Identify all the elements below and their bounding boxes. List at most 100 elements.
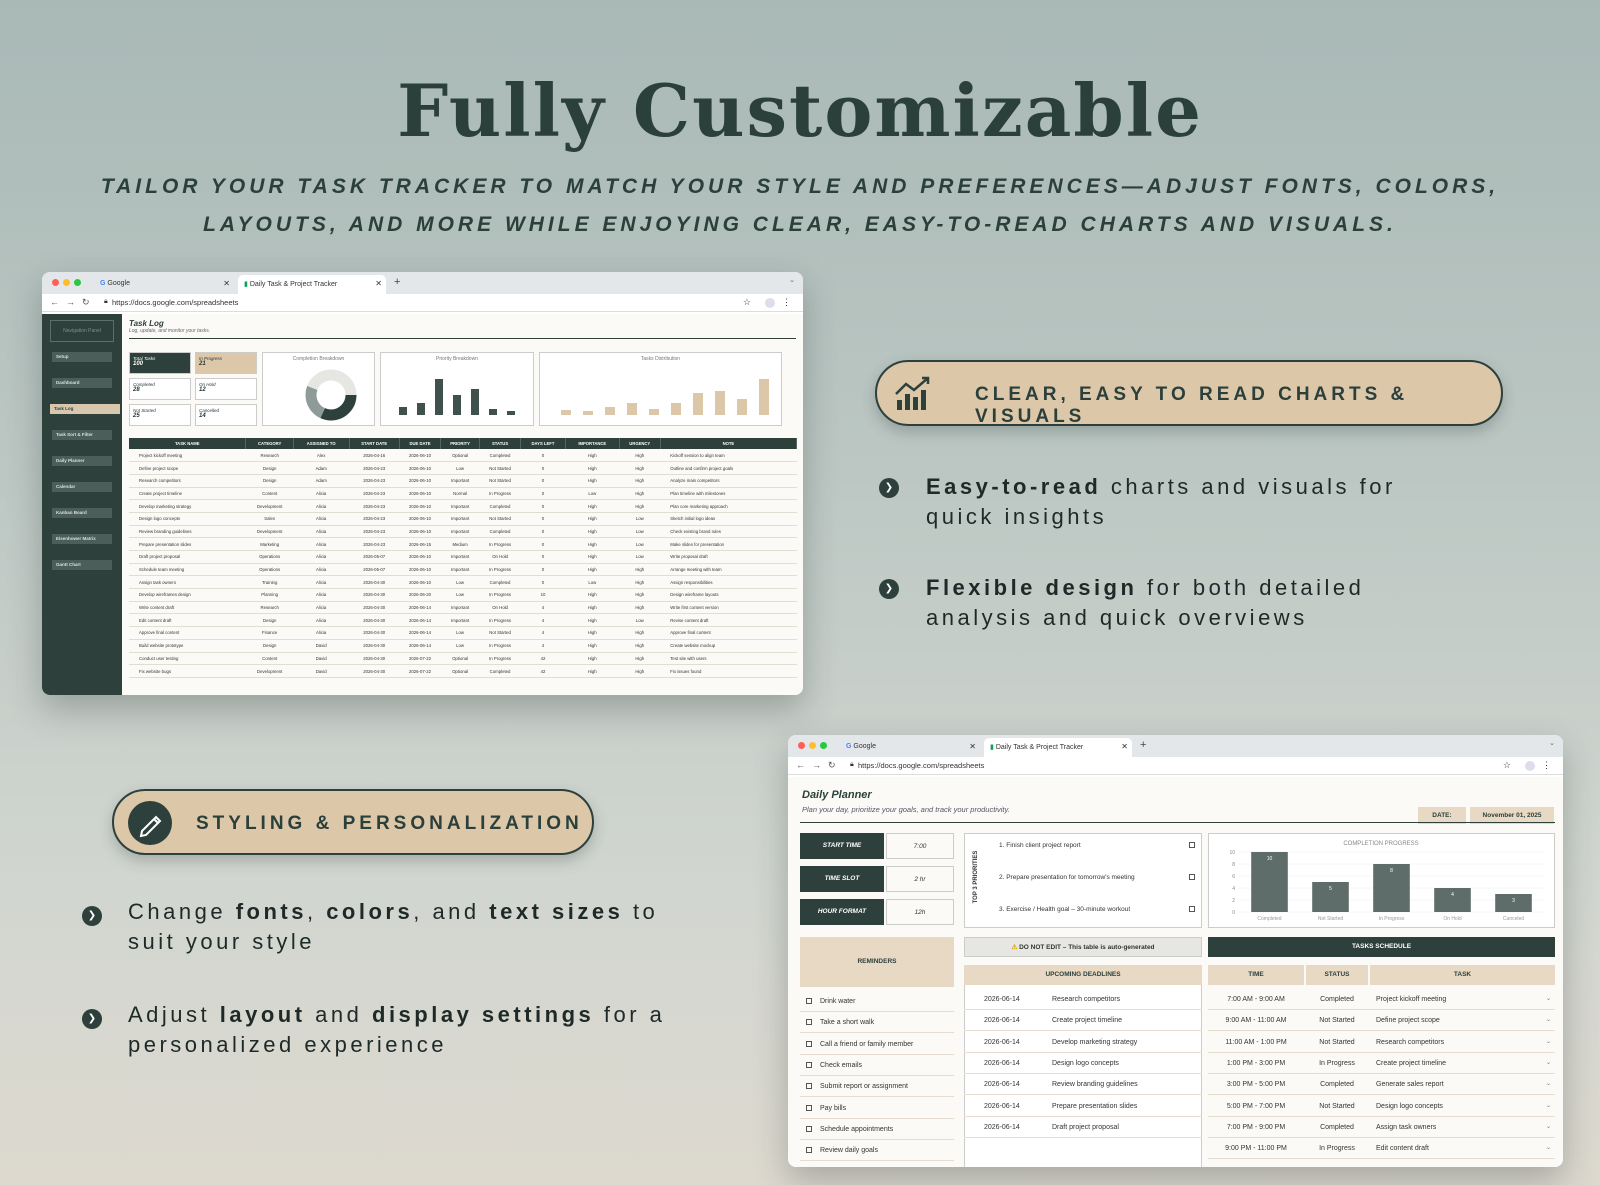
table-cell[interactable]: 0 — [520, 461, 566, 475]
table-cell[interactable]: High — [619, 588, 661, 602]
table-cell[interactable]: Assign task owners — [129, 575, 246, 590]
reminder-item[interactable]: Submit report or assignment — [800, 1076, 954, 1098]
table-cell[interactable]: 2026-06-10 — [399, 474, 441, 488]
dropdown-icon[interactable]: ⌄ — [1546, 1074, 1551, 1095]
schedule-row[interactable]: 1:00 PM - 3:00 PM In Progress Create proje… — [1208, 1053, 1555, 1074]
table-cell[interactable]: Optional — [440, 664, 480, 678]
table-cell[interactable]: David — [293, 652, 350, 666]
table-cell[interactable]: 0 — [520, 499, 566, 513]
table-cell[interactable]: 0 — [520, 575, 566, 590]
maximize-dot-icon[interactable] — [820, 742, 827, 749]
table-cell[interactable]: In Progress — [479, 588, 521, 602]
table-cell[interactable]: High — [565, 537, 620, 551]
table-cell[interactable]: 2026-05-07 — [349, 563, 400, 577]
dropdown-icon[interactable]: ⌄ — [1546, 1032, 1551, 1053]
table-cell[interactable]: On Hold — [479, 550, 521, 564]
dropdown-icon[interactable]: ⌄ — [1546, 989, 1551, 1010]
table-cell[interactable]: High — [619, 575, 661, 590]
checkbox-icon[interactable] — [806, 1062, 812, 1069]
table-cell[interactable]: 4 — [520, 613, 566, 628]
dropdown-icon[interactable]: ⌄ — [1546, 1010, 1551, 1031]
table-cell[interactable]: Completed — [479, 664, 521, 678]
table-cell[interactable]: Optional — [440, 652, 480, 666]
table-cell[interactable]: In Progress — [479, 613, 521, 628]
deadline-row[interactable]: 2026-06-14 Review branding guidelines — [964, 1074, 1202, 1096]
tab-tracker[interactable]: ▮ Daily Task & Project Tracker ✕ — [984, 738, 1132, 757]
table-cell[interactable]: Research — [245, 449, 294, 463]
checkbox-icon[interactable] — [806, 1040, 812, 1047]
table-cell[interactable]: 0 — [520, 474, 566, 488]
star-icon[interactable]: ☆ — [743, 297, 751, 308]
close-tab-icon[interactable]: ✕ — [375, 279, 382, 288]
table-cell[interactable]: 2026-04-30 — [349, 626, 400, 640]
table-cell[interactable]: Low — [619, 525, 661, 539]
table-cell[interactable]: Low — [440, 461, 480, 475]
dropdown-icon[interactable]: ⌄ — [1546, 1096, 1551, 1117]
table-cell[interactable]: Plan timeline with milestones — [660, 487, 797, 501]
table-cell[interactable]: 0 — [520, 550, 566, 564]
table-cell[interactable]: Review branding guidelines — [129, 525, 246, 539]
setting-start-time-value[interactable]: 7:00 — [886, 833, 954, 859]
table-cell[interactable]: 2026-06-10 — [399, 563, 441, 577]
table-cell[interactable]: 2026-04-16 — [349, 449, 400, 463]
column-header[interactable]: DUE DATE — [399, 438, 442, 449]
checkbox-icon[interactable] — [806, 1104, 812, 1111]
table-cell[interactable]: Approve final content — [660, 626, 797, 640]
table-cell[interactable]: Schedule team meeting — [129, 563, 246, 577]
column-header[interactable]: STATUS — [479, 438, 522, 449]
table-cell[interactable]: Design — [245, 461, 294, 475]
table-cell[interactable]: 4 — [520, 626, 566, 640]
table-cell[interactable]: Alicia — [293, 550, 350, 564]
table-row[interactable]: Edit content draft Design Alicia 2026-04-30… — [129, 613, 797, 628]
table-cell[interactable]: Adam — [293, 474, 350, 488]
close-dot-icon[interactable] — [798, 742, 805, 749]
table-cell[interactable]: High — [565, 652, 620, 666]
table-cell[interactable]: Write content draft — [129, 601, 246, 615]
table-cell[interactable]: Prepare presentation slides — [129, 537, 246, 551]
table-cell[interactable]: Draft project proposal — [129, 550, 246, 564]
table-cell[interactable]: Outline and confirm project goals — [660, 461, 797, 475]
table-cell[interactable]: In Progress — [479, 487, 521, 501]
reminder-item[interactable]: Drink water — [800, 991, 954, 1012]
table-cell[interactable]: High — [565, 449, 620, 463]
table-cell[interactable]: Alicia — [293, 563, 350, 577]
table-cell[interactable]: 2026-06-10 — [399, 449, 441, 463]
table-cell[interactable]: Test site with users — [660, 652, 797, 666]
chevron-down-icon[interactable]: ⌄ — [1549, 739, 1555, 747]
schedule-row[interactable]: 7:00 AM - 9:00 AM Completed Project kickof… — [1208, 989, 1555, 1010]
table-cell[interactable]: Important — [440, 550, 480, 564]
table-cell[interactable]: High — [619, 664, 661, 678]
schedule-row[interactable]: 5:00 PM - 7:00 PM Not Started Design logo … — [1208, 1096, 1555, 1117]
table-cell[interactable]: 2026-04-23 — [349, 537, 400, 551]
table-cell[interactable]: 2026-04-23 — [349, 474, 400, 488]
table-cell[interactable]: 2026-04-30 — [349, 613, 400, 628]
table-row[interactable]: Approve final content Finance Alicia 2026-0… — [129, 626, 797, 640]
nav-item-dashboard[interactable]: Dashboard — [52, 378, 112, 388]
table-cell[interactable]: High — [565, 525, 620, 539]
column-header[interactable]: IMPORTANCE — [565, 438, 620, 449]
table-cell[interactable]: On Hold — [479, 601, 521, 615]
deadline-row[interactable]: 2026-06-14 Create project timeline — [964, 1010, 1202, 1032]
minimize-dot-icon[interactable] — [809, 742, 816, 749]
table-cell[interactable]: David — [293, 664, 350, 678]
dropdown-icon[interactable]: ⌄ — [1546, 1053, 1551, 1074]
column-header[interactable]: TASK NAME — [129, 438, 247, 449]
table-cell[interactable]: Low — [565, 575, 620, 590]
table-row[interactable]: Develop wireframes design Planning Alicia 2… — [129, 588, 797, 602]
nav-item-setup[interactable]: Setup — [52, 352, 112, 362]
table-cell[interactable]: Low — [440, 626, 480, 640]
table-cell[interactable]: Completed — [479, 575, 521, 590]
table-cell[interactable]: Fix website bugs — [129, 664, 246, 678]
table-row[interactable]: Develop marketing strategy Development Ali… — [129, 499, 797, 513]
forward-icon[interactable]: → — [66, 297, 75, 307]
table-cell[interactable]: Alicia — [293, 588, 350, 602]
table-cell[interactable]: Low — [619, 537, 661, 551]
table-cell[interactable]: Alicia — [293, 525, 350, 539]
table-cell[interactable]: 2026-06-10 — [399, 525, 441, 539]
table-cell[interactable]: 42 — [520, 652, 566, 666]
table-cell[interactable]: Development — [245, 499, 294, 513]
table-cell[interactable]: Edit content draft — [129, 613, 246, 628]
table-cell[interactable]: 2026-04-30 — [349, 575, 400, 590]
table-cell[interactable]: Create website mockup — [660, 639, 797, 653]
column-header[interactable]: START DATE — [349, 438, 400, 449]
